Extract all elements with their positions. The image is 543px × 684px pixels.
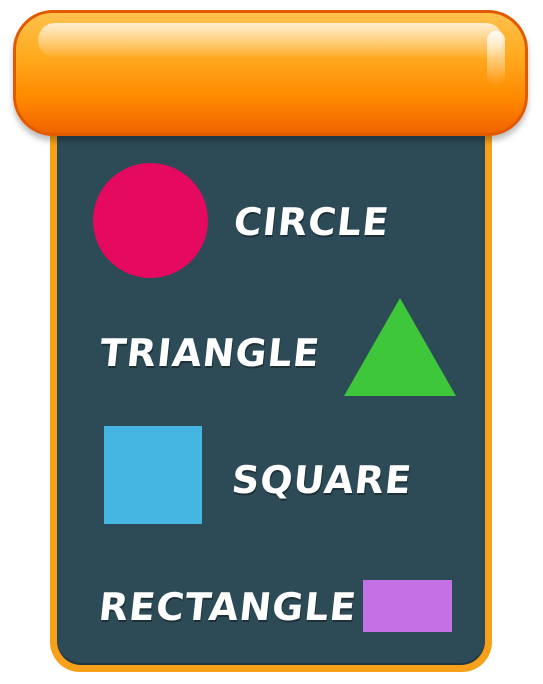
triangle-label: TRIANGLE	[97, 331, 323, 375]
square-shape	[104, 426, 202, 524]
circle-shape	[93, 163, 208, 278]
triangle-shape	[344, 298, 456, 396]
rectangle-label: RECTANGLE	[96, 585, 359, 629]
circle-label: CIRCLE	[231, 200, 392, 244]
header-shine	[487, 31, 505, 85]
header-gloss	[38, 23, 503, 57]
rectangle-shape	[363, 580, 452, 632]
header-bar	[13, 10, 528, 136]
square-label: SQUARE	[229, 458, 415, 502]
